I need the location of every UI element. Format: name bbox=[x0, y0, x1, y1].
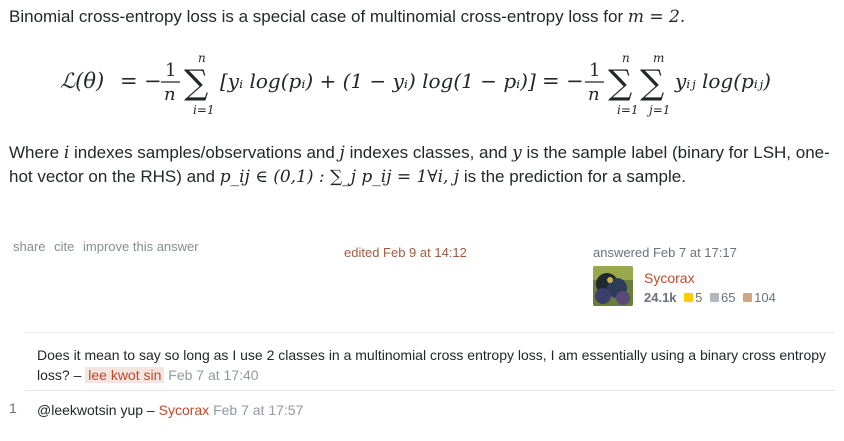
comment-user-link[interactable]: Sycorax bbox=[159, 402, 210, 418]
gold-badge-icon bbox=[684, 293, 694, 303]
eq-middle-term: [yᵢ log(pᵢ) + (1 − yᵢ) log(1 − pᵢ)] bbox=[220, 69, 536, 93]
loss-equation: ℒ(θ) = − 1 n n ∑ i=1 [yᵢ log(pᵢ) + (1 − … bbox=[60, 48, 820, 126]
bronze-badge-icon bbox=[743, 293, 753, 303]
cite-link[interactable]: cite bbox=[54, 239, 74, 254]
avatar[interactable] bbox=[593, 266, 633, 306]
eq-sigma-3: ∑ bbox=[640, 63, 664, 103]
intro-math: m = 2. bbox=[627, 7, 686, 27]
where-text-5: is the prediction for a sample. bbox=[463, 167, 686, 186]
comment-score: 1 bbox=[9, 400, 17, 416]
answered-date: answered Feb 7 at 17:17 bbox=[593, 245, 737, 260]
improve-answer-link[interactable]: improve this answer bbox=[83, 239, 199, 254]
answer-intro: Binomial cross-entropy loss is a special… bbox=[9, 7, 685, 27]
eq-sigma-2: ∑ bbox=[608, 63, 632, 103]
where-text-2: indexes samples/observations and bbox=[73, 143, 335, 162]
eq-sum-bottom-1: i=1 bbox=[193, 103, 215, 117]
silver-badge-count: 65 bbox=[721, 290, 736, 305]
edited-link[interactable]: edited Feb 9 at 14:12 bbox=[344, 245, 467, 260]
gold-badge-count: 5 bbox=[695, 290, 703, 305]
user-stats: 24.1k 5 65 104 bbox=[644, 290, 776, 305]
eq-equals-2: = bbox=[542, 69, 560, 93]
where-text-1: Where bbox=[9, 143, 60, 162]
comment-text: @leekwotsin yup – bbox=[37, 402, 155, 418]
eq-equals-1: = bbox=[120, 69, 138, 93]
eq-minus-1: − bbox=[144, 69, 162, 93]
comments-top-divider bbox=[25, 332, 835, 333]
eq-sum-bottom-2: i=1 bbox=[617, 103, 639, 117]
silver-badge-icon bbox=[710, 293, 720, 303]
eq-lhs: ℒ(θ) bbox=[60, 69, 104, 93]
eq-frac-num-2: 1 bbox=[589, 60, 600, 81]
answer-user-name[interactable]: Sycorax bbox=[644, 270, 695, 286]
where-math-p: p_ij ∈ (0,1) : ∑_j p_ij = 1∀i, j bbox=[219, 167, 460, 187]
comment-date[interactable]: Feb 7 at 17:40 bbox=[168, 367, 258, 383]
where-math-j: j bbox=[339, 143, 345, 163]
intro-text: Binomial cross-entropy loss is a special… bbox=[9, 7, 624, 26]
eq-sigma-1: ∑ bbox=[184, 63, 208, 103]
share-link[interactable]: share bbox=[13, 239, 46, 254]
comment-2: @leekwotsin yup – Sycorax Feb 7 at 17:57 bbox=[37, 400, 827, 420]
eq-right-term: yᵢⱼ log(pᵢⱼ) bbox=[674, 69, 771, 93]
comment-1: Does it mean to say so long as I use 2 c… bbox=[37, 345, 827, 385]
eq-frac-den-2: n bbox=[588, 84, 600, 105]
reputation-score: 24.1k bbox=[644, 290, 677, 305]
eq-frac-den-1: n bbox=[164, 84, 176, 105]
eq-frac-num-1: 1 bbox=[165, 60, 176, 81]
bronze-badge-count: 104 bbox=[754, 290, 776, 305]
where-text-3: indexes classes, and bbox=[349, 143, 508, 162]
comment-divider bbox=[25, 390, 835, 391]
comment-date[interactable]: Feb 7 at 17:57 bbox=[213, 402, 303, 418]
post-menu: share cite improve this answer bbox=[13, 239, 204, 254]
eq-sum-bottom-3: j=1 bbox=[646, 103, 670, 117]
comment-user-link[interactable]: lee kwot sin bbox=[85, 367, 165, 383]
where-math-y: y bbox=[512, 143, 522, 163]
where-math-i: i bbox=[63, 143, 70, 163]
eq-minus-2: − bbox=[566, 69, 584, 93]
answer-explanation: Where i indexes samples/observations and… bbox=[9, 141, 835, 189]
